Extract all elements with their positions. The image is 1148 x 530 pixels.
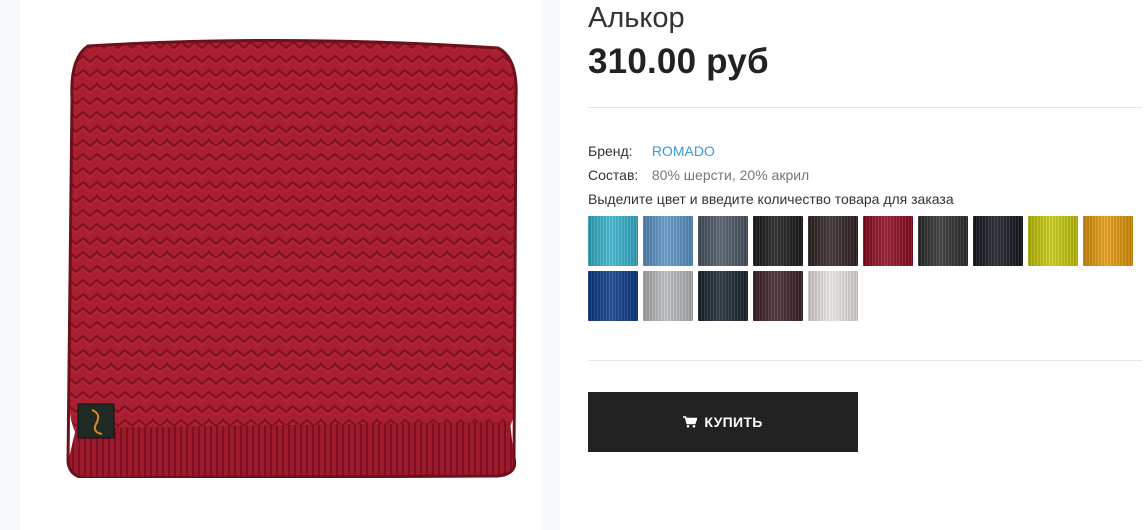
color-swatch-dark-brown[interactable] [808, 216, 858, 266]
buy-button[interactable]: КУПИТЬ [588, 392, 858, 452]
shopping-cart-icon [683, 416, 698, 428]
color-swatch-navy-black[interactable] [973, 216, 1023, 266]
product-title: Алькор [588, 2, 685, 34]
brand-link[interactable]: ROMADO [652, 143, 715, 159]
color-swatch-sky-blue[interactable] [643, 216, 693, 266]
color-swatch-black[interactable] [753, 216, 803, 266]
buy-button-label: КУПИТЬ [704, 414, 763, 430]
brand-label: Бренд: [588, 143, 633, 159]
composition-value: 80% шерсти, 20% акрил [651, 167, 810, 183]
product-image-panel [20, 0, 560, 530]
color-swatch-orange[interactable] [1083, 216, 1133, 266]
color-swatch-plum-brown[interactable] [753, 271, 803, 321]
product-price: 310.00 руб [588, 42, 769, 81]
product-image[interactable] [48, 38, 518, 478]
color-swatch-light-grey[interactable] [643, 271, 693, 321]
composition-label: Состав: [588, 167, 639, 183]
brand-row: Бренд: ROMADO [588, 142, 715, 160]
color-swatch-slate-grey[interactable] [698, 216, 748, 266]
composition-row: Состав: 80% шерсти, 20% акрил [588, 166, 809, 184]
color-swatch-royal-blue[interactable] [588, 271, 638, 321]
color-swatch-off-white[interactable] [808, 271, 858, 321]
color-swatch-charcoal[interactable] [918, 216, 968, 266]
color-swatch-dark-navy[interactable] [698, 271, 748, 321]
divider [588, 360, 1142, 361]
brand-tag-icon [77, 403, 115, 439]
page-left-margin [0, 0, 20, 530]
color-swatch-lime-yellow[interactable] [1028, 216, 1078, 266]
divider [588, 107, 1142, 108]
color-swatch-crimson[interactable] [863, 216, 913, 266]
color-swatch-turquoise[interactable] [588, 216, 638, 266]
color-instruction: Выделите цвет и введите количество товар… [588, 191, 954, 207]
